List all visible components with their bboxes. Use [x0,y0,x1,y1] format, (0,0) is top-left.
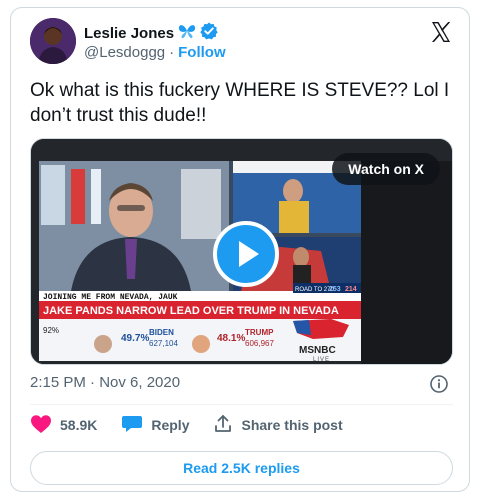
watch-on-x-button[interactable]: Watch on X [332,153,440,185]
x-logo-icon[interactable] [429,20,453,44]
trump-name: TRUMP [245,328,274,337]
avatar[interactable] [30,18,76,64]
share-icon [213,414,233,437]
author-name[interactable]: Leslie Jones [84,25,174,42]
live-label: LIVE [313,357,330,363]
biden-pct: 49.7% [121,333,149,344]
video-player[interactable]: JOINING ME FROM NEVADA, JAUK JAKE PANDS … [30,138,453,365]
tweet-timestamp[interactable]: 2:15 PM · Nov 6, 2020 [30,374,180,391]
butterfly-icon [178,23,196,44]
reply-button[interactable]: Reply [121,414,189,437]
tweet-text: Ok what is this fuckery WHERE IS STEVE??… [30,80,450,126]
share-label: Share this post [241,417,343,433]
like-button[interactable]: 58.9K [30,414,97,437]
reply-bubble-icon [121,414,143,437]
tweet-card: Leslie Jones @Lesdoggg · Follow Ok what … [10,7,470,492]
score-left: 253 [329,286,341,293]
network-logo: MSNBC [299,345,336,356]
chyron-top-tag: JOINING ME FROM NEVADA, JAUK [43,293,178,302]
separator-dot: · [169,44,175,61]
score-right: 214 [345,286,357,293]
divider [30,404,453,405]
trump-votes: 606,967 [245,339,274,348]
chyron-headline: JAKE PANDS NARROW LEAD OVER TRUMP IN NEV… [43,305,339,317]
biden-name: BIDEN [149,328,174,337]
chyron-reporting: 92% [43,326,59,335]
info-icon[interactable] [429,374,449,394]
play-icon[interactable] [213,221,279,287]
trump-pct: 48.1% [217,333,245,344]
share-button[interactable]: Share this post [213,414,343,437]
biden-votes: 627,104 [149,339,178,348]
verified-badge-icon [200,22,218,45]
follow-button[interactable]: Follow [178,44,226,61]
heart-icon [30,414,52,437]
reply-label: Reply [151,417,190,433]
like-count: 58.9K [60,417,98,433]
author-handle[interactable]: @Lesdoggg [84,44,165,61]
read-replies-button[interactable]: Read 2.5K replies [30,451,453,485]
action-bar: 58.9K Reply Share this post [30,413,367,437]
